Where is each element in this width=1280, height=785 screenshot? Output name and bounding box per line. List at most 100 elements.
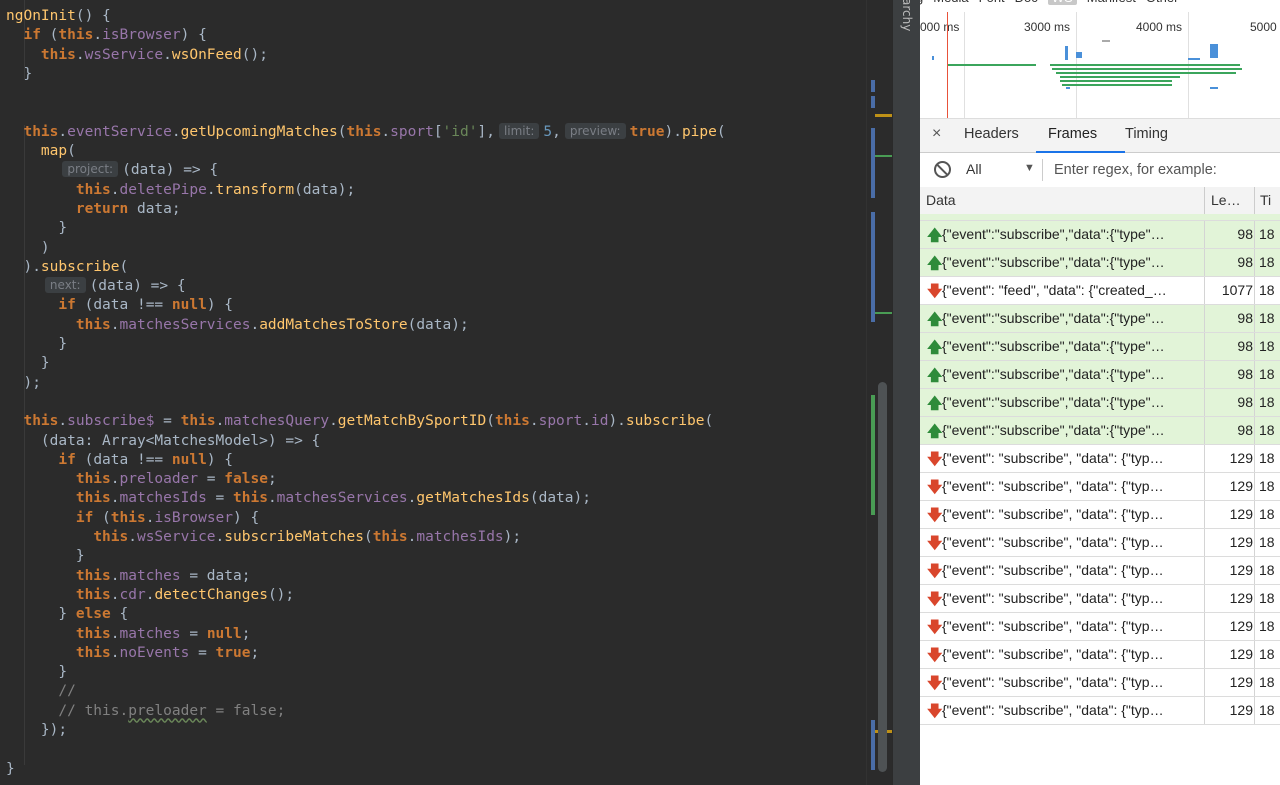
table-row[interactable]: 🡇 {"event": "subscribe", "data": {"typ… 12… [920,529,1280,557]
column-divider[interactable] [1254,187,1255,214]
filter-type-g[interactable]: g [920,0,923,5]
tab-timing[interactable]: Timing [1125,126,1168,142]
frame-type-select[interactable]: All [966,161,982,177]
code-line[interactable]: ) [6,239,726,258]
network-timeline[interactable]: 000 ms 3000 ms 4000 ms 5000 [920,12,1280,119]
table-row[interactable]: 🡇 {"event": "subscribe", "data": {"typ… 12… [920,445,1280,473]
filter-type-other[interactable]: Other [1146,0,1179,5]
code-line[interactable]: if (data !== null) { [6,296,726,315]
code-line[interactable] [6,740,726,759]
table-row[interactable]: 🡅 {"event":"subscribe","data":{"type"… 98 1… [920,221,1280,249]
code-line[interactable]: this.noEvents = true; [6,644,726,663]
code-line[interactable]: this.matches = data; [6,567,726,586]
table-row[interactable]: 🡅 {"event":"subscribe","data":{"type"… 98 1… [920,249,1280,277]
clear-block-icon[interactable] [934,161,951,178]
table-row[interactable] [920,214,1280,221]
tab-frames[interactable]: Frames [1048,126,1097,142]
code-line[interactable]: this.cdr.detectChanges(); [6,586,726,605]
table-row[interactable]: 🡅 {"event":"subscribe","data":{"type"… 98 1… [920,361,1280,389]
code-token: ). [608,413,626,430]
network-filter-types: g Media Font Doc WS Manifest Other [920,0,1276,8]
code-content[interactable]: ngOnInit() { if (this.isBrowser) { this.… [6,7,726,779]
table-row[interactable]: 🡇 {"event": "subscribe", "data": {"typ… 12… [920,641,1280,669]
table-row[interactable]: 🡅 {"event":"subscribe","data":{"type"… 98 1… [920,417,1280,445]
frame-time: 18 [1259,674,1275,690]
column-header-time[interactable]: Ti [1260,192,1271,208]
code-line[interactable]: if (this.isBrowser) { [6,509,726,528]
chevron-down-icon[interactable]: ▼ [1024,162,1035,174]
table-row[interactable]: 🡅 {"event":"subscribe","data":{"type"… 98 1… [920,305,1280,333]
code-line[interactable]: next: (data) => { [6,277,726,296]
code-line[interactable]: } [6,335,726,354]
code-line[interactable]: return data; [6,200,726,219]
code-line[interactable]: } [6,547,726,566]
code-line[interactable]: }); [6,721,726,740]
filter-type-media[interactable]: Media [933,0,968,5]
table-row[interactable]: 🡇 {"event": "feed", "data": {"created_… 10… [920,277,1280,305]
code-line[interactable]: if (this.isBrowser) { [6,26,726,45]
table-row[interactable]: 🡇 {"event": "subscribe", "data": {"typ… 12… [920,669,1280,697]
code-token: }); [6,721,68,738]
code-line[interactable]: project: (data) => { [6,161,726,180]
frame-data: {"event": "subscribe", "data": {"typ… [942,478,1164,494]
table-row[interactable]: 🡇 {"event": "subscribe", "data": {"typ… 12… [920,501,1280,529]
column-divider[interactable] [1204,187,1205,214]
code-line[interactable]: } [6,663,726,682]
code-line[interactable]: // [6,682,726,701]
code-line[interactable]: this.matches = null; [6,625,726,644]
table-row[interactable]: 🡇 {"event": "subscribe", "data": {"typ… 12… [920,473,1280,501]
filter-type-manifest[interactable]: Manifest [1087,0,1136,5]
code-line[interactable]: this.subscribe$ = this.matchesQuery.getM… [6,412,726,431]
table-row[interactable]: 🡅 {"event":"subscribe","data":{"type"… 98 1… [920,389,1280,417]
code-line[interactable]: map( [6,142,726,161]
table-row[interactable]: 🡇 {"event": "subscribe", "data": {"typ… 12… [920,557,1280,585]
timeline-bar [1065,46,1068,60]
code-line[interactable]: this.preloader = false; [6,470,726,489]
code-line[interactable]: this.wsService.subscribeMatches(this.mat… [6,528,726,547]
column-header-data[interactable]: Data [926,192,956,208]
code-line[interactable]: } [6,354,726,373]
timeline-bar [1060,76,1180,78]
filter-type-ws[interactable]: WS [1047,0,1077,5]
code-line[interactable]: } [6,65,726,84]
code-token: = [154,413,181,430]
code-line[interactable]: } else { [6,605,726,624]
code-token: if [58,451,76,468]
code-line[interactable]: this.eventService.getUpcomingMatches(thi… [6,122,726,142]
tool-window-strip[interactable] [892,0,922,785]
filter-type-font[interactable]: Font [979,0,1005,5]
code-line[interactable] [6,84,726,103]
code-line[interactable]: } [6,219,726,238]
code-line[interactable]: ).subscribe( [6,258,726,277]
code-line[interactable] [6,103,726,122]
code-line[interactable]: this.matchesServices.addMatchesToStore(d… [6,316,726,335]
table-row[interactable]: 🡇 {"event": "subscribe", "data": {"typ… 12… [920,697,1280,725]
tab-headers[interactable]: Headers [964,126,1019,142]
editor-scrollbar-thumb[interactable] [878,382,887,772]
code-line[interactable]: ); [6,374,726,393]
code-line[interactable]: // this.preloader = false; [6,702,726,721]
code-token: , [552,123,561,140]
code-line[interactable]: this.deletePipe.transform(data); [6,181,726,200]
code-token: sport [390,123,434,140]
code-line[interactable]: } [6,760,726,779]
code-line[interactable] [6,393,726,412]
close-icon[interactable]: × [932,125,941,143]
table-row[interactable]: 🡅 {"event":"subscribe","data":{"type"… 98 1… [920,333,1280,361]
code-line[interactable]: this.matchesIds = this.matchesServices.g… [6,489,726,508]
hierarchy-tab-label[interactable]: archy [900,0,914,31]
code-editor[interactable]: ngOnInit() { if (this.isBrowser) { this.… [0,0,892,785]
column-header-length[interactable]: Le… [1211,192,1241,208]
filter-type-doc[interactable]: Doc [1015,0,1038,5]
regex-filter-input[interactable] [1048,158,1280,182]
code-line[interactable]: if (data !== null) { [6,451,726,470]
code-line[interactable]: this.wsService.wsOnFeed(); [6,46,726,65]
code-token: . [529,413,539,430]
code-line[interactable]: (data: Array<MatchesModel>) => { [6,432,726,451]
arrow-down-icon: 🡇 [927,591,943,608]
table-row[interactable]: 🡇 {"event": "subscribe", "data": {"typ… 12… [920,585,1280,613]
code-line[interactable]: ngOnInit() { [6,7,726,26]
table-row[interactable]: 🡇 {"event": "subscribe", "data": {"typ… 12… [920,613,1280,641]
